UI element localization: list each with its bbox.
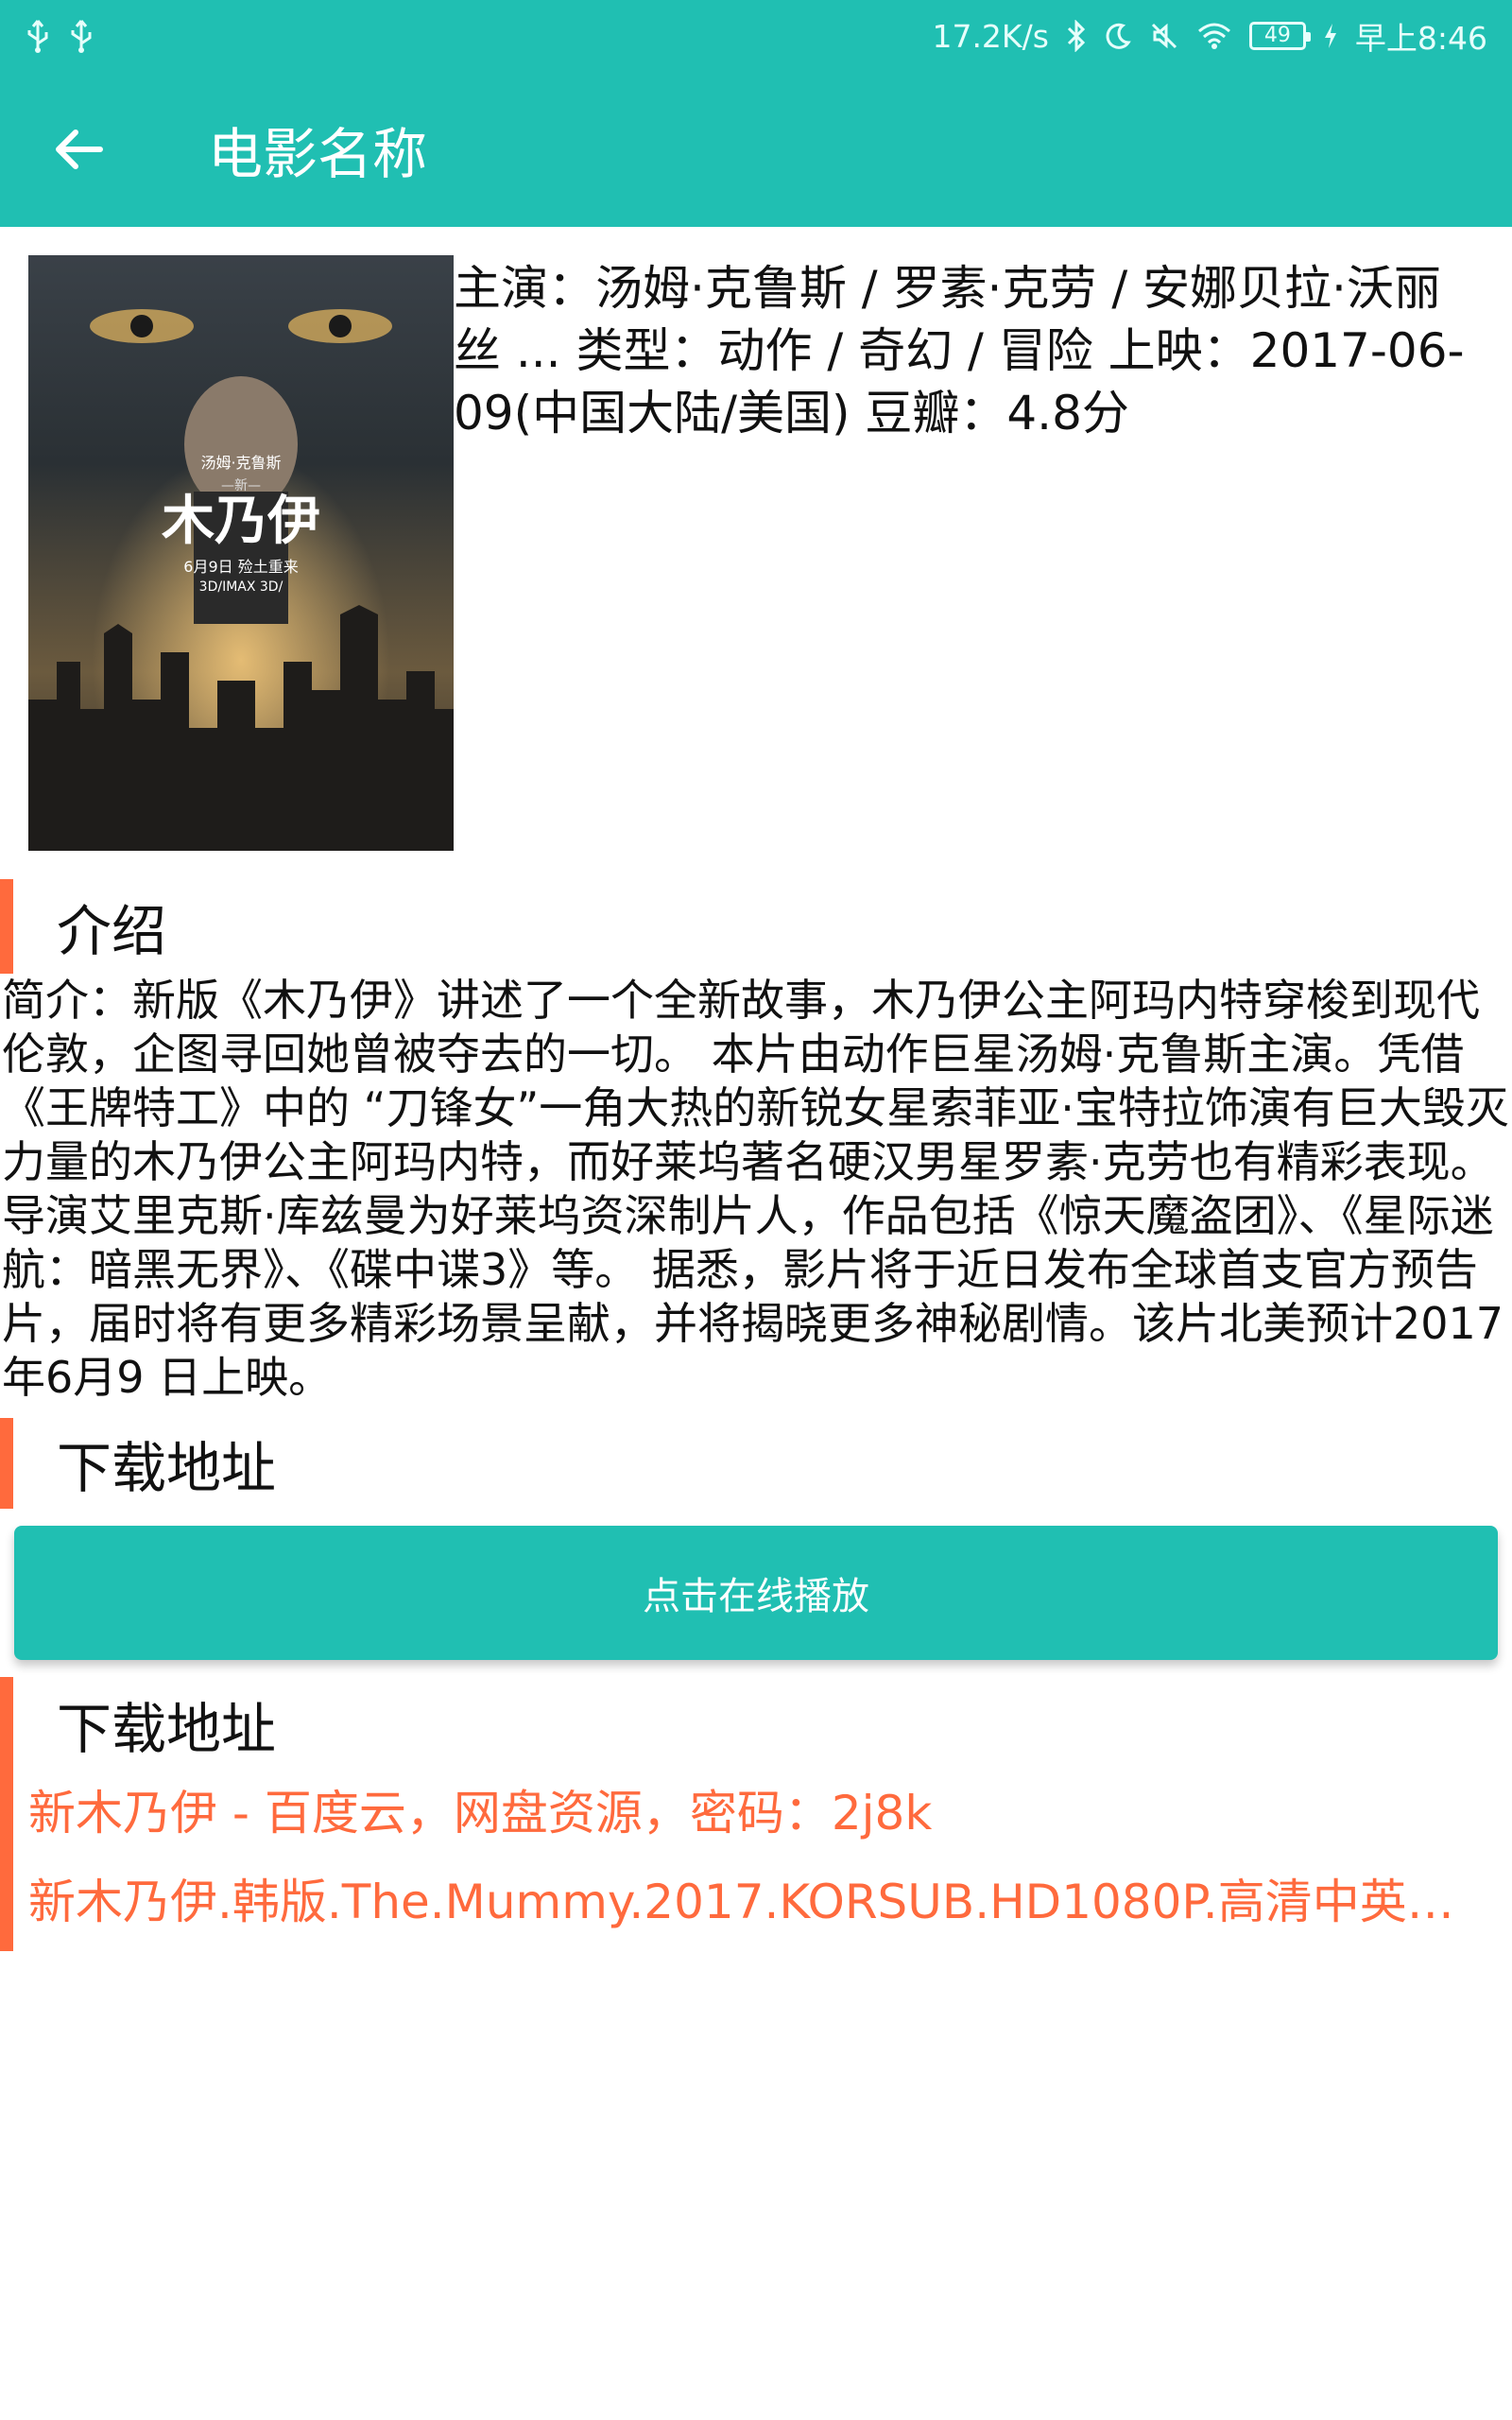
mute-icon xyxy=(1149,21,1179,51)
download-links-title: 下载地址 xyxy=(57,1697,277,1761)
wifi-icon xyxy=(1196,22,1232,50)
intro-body: 简介：新版《木乃伊》讲述了一个全新故事，木乃伊公主阿玛内特穿梭到现代伦敦，企图寻… xyxy=(2,975,1509,1403)
page-title: 电影名称 xyxy=(208,122,428,186)
status-right: 17.2K/s 49 早上8:46 xyxy=(932,13,1487,59)
status-bar: 17.2K/s 49 早上8:46 xyxy=(0,0,1512,72)
intro-section-title: 介绍 xyxy=(57,899,167,963)
arrow-left-icon xyxy=(55,129,104,170)
battery-icon: 49 xyxy=(1248,22,1311,50)
poster-format-text: 3D/IMAX 3D/ xyxy=(199,579,284,595)
poster-title-text: 木乃伊 xyxy=(162,491,320,552)
movie-poster: 汤姆·克鲁斯 —新— 木乃伊 6月9日 殓土重来 3D/IMAX 3D/ xyxy=(28,255,454,851)
download-section-header: 下载地址 xyxy=(0,1418,1512,1509)
net-speed: 17.2K/s xyxy=(932,17,1049,55)
moon-icon xyxy=(1104,22,1132,50)
movie-details: 主演：汤姆·克鲁斯 / 罗素·克劳 / 安娜贝拉·沃丽丝 ... 类型：动作 /… xyxy=(454,261,1465,441)
download-links-section: 下载地址 新木乃伊 - 百度云，网盘资源，密码：2j8k 新木乃伊.韩版.The… xyxy=(0,1677,1512,1951)
app-bar: 电影名称 xyxy=(0,72,1512,227)
bluetooth-icon xyxy=(1066,20,1087,52)
clock: 早上8:46 xyxy=(1354,20,1487,57)
poster-release-text: 6月9日 殓土重来 xyxy=(183,558,298,576)
intro-section-header: 介绍 xyxy=(0,879,1512,974)
poster-actor-text: 汤姆·克鲁斯 xyxy=(200,454,281,472)
status-left xyxy=(25,19,94,53)
top-bar: 17.2K/s 49 早上8:46 电影名称 xyxy=(0,0,1512,227)
download-section-title: 下载地址 xyxy=(57,1436,277,1500)
download-link-korsub[interactable]: 新木乃伊.韩版.The.Mummy.2017.KORSUB.HD1080P.高清… xyxy=(13,1874,1497,1930)
usb-icon xyxy=(25,19,51,53)
back-button[interactable] xyxy=(0,72,159,227)
charging-icon xyxy=(1323,22,1338,50)
download-link-baidu[interactable]: 新木乃伊 - 百度云，网盘资源，密码：2j8k xyxy=(13,1785,1497,1841)
play-online-button[interactable]: 点击在线播放 xyxy=(14,1526,1498,1660)
usb-icon xyxy=(68,19,94,53)
